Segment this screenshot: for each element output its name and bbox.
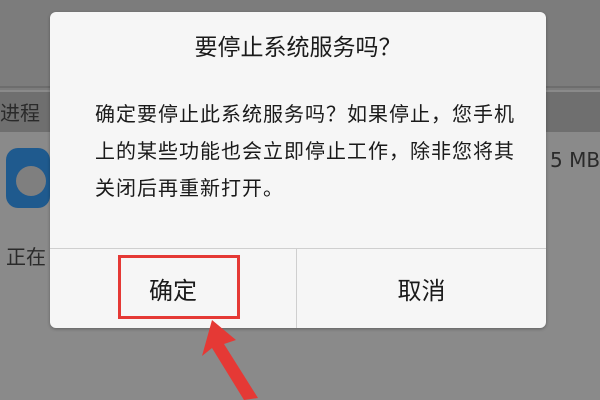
confirm-button[interactable]: 确定 <box>50 249 296 328</box>
screen: 进程 5 MB 正在 要停止系统服务吗？ 确定要停止此系统服务吗？如果停止，您手… <box>0 0 600 400</box>
background-app-icon <box>6 148 50 208</box>
pointer-arrow-icon <box>202 320 258 400</box>
cancel-button[interactable]: 取消 <box>297 249 546 328</box>
app-icon-ring <box>16 166 46 196</box>
background-memory-size: 5 MB <box>550 148 600 172</box>
background-section-label: 进程 <box>0 101 40 125</box>
dialog-title: 要停止系统服务吗？ <box>194 35 402 61</box>
background-running-label: 正在 <box>6 245 46 269</box>
stop-service-dialog: 要停止系统服务吗？ 确定要停止此系统服务吗？如果停止，您手机上的某些功能也会立即… <box>50 12 546 328</box>
dialog-message: 确定要停止此系统服务吗？如果停止，您手机上的某些功能也会立即停止工作，除非您将其… <box>95 102 515 200</box>
